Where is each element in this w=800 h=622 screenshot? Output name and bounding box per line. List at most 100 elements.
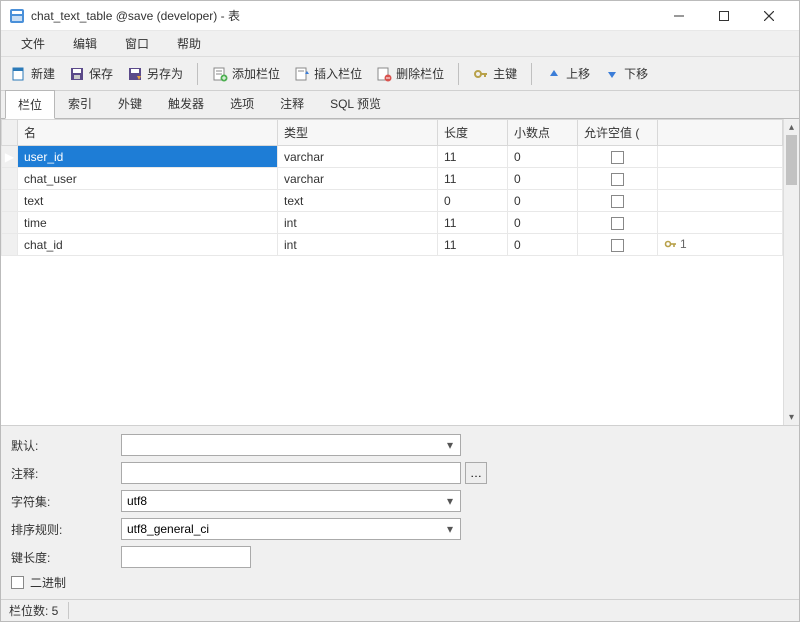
table-row[interactable]: texttext00 [2, 190, 783, 212]
insertcol-button[interactable]: 插入栏位 [288, 62, 368, 85]
deletecol-button[interactable]: 删除栏位 [370, 62, 450, 85]
cell-length[interactable]: 11 [438, 234, 508, 256]
columns-grid[interactable]: 名 类型 长度 小数点 允许空值 ( ▶user_idvarchar110cha… [1, 119, 783, 256]
menu-window[interactable]: 窗口 [111, 31, 163, 56]
scroll-down-icon[interactable]: ▾ [784, 409, 799, 425]
cell-length[interactable]: 11 [438, 212, 508, 234]
table-row[interactable]: chat_uservarchar110 [2, 168, 783, 190]
allownull-checkbox[interactable] [611, 195, 624, 208]
cell-pk[interactable] [658, 146, 783, 168]
dropdown-icon[interactable]: ▾ [442, 521, 458, 537]
maximize-button[interactable] [701, 1, 746, 31]
addcol-button[interactable]: 添加栏位 [206, 62, 286, 85]
col-pk[interactable] [658, 120, 783, 146]
tab-triggers[interactable]: 触发器 [155, 89, 217, 118]
cell-type[interactable]: int [278, 212, 438, 234]
vertical-scrollbar[interactable]: ▴ ▾ [783, 119, 799, 425]
cell-allownull[interactable] [578, 190, 658, 212]
cell-allownull[interactable] [578, 212, 658, 234]
cell-decimal[interactable]: 0 [508, 234, 578, 256]
properties-panel: 默认: ▾ 注释: … 字符集: utf8▾ 排序规则: utf8_genera… [1, 425, 799, 599]
cell-name[interactable]: text [18, 190, 278, 212]
cell-pk[interactable] [658, 212, 783, 234]
tab-options[interactable]: 选项 [217, 89, 267, 118]
col-name[interactable]: 名 [18, 120, 278, 146]
cell-length[interactable]: 11 [438, 146, 508, 168]
moveup-button[interactable]: 上移 [540, 62, 596, 85]
col-allownull[interactable]: 允许空值 ( [578, 120, 658, 146]
menu-help[interactable]: 帮助 [163, 31, 215, 56]
new-button[interactable]: 新建 [5, 62, 61, 85]
cell-length[interactable]: 11 [438, 168, 508, 190]
menu-edit[interactable]: 编辑 [59, 31, 111, 56]
collation-field[interactable]: utf8_general_ci▾ [121, 518, 461, 540]
menu-bar: 文件 编辑 窗口 帮助 [1, 31, 799, 57]
dropdown-icon[interactable]: ▾ [442, 437, 458, 453]
col-length[interactable]: 长度 [438, 120, 508, 146]
allownull-checkbox[interactable] [611, 239, 624, 252]
cell-allownull[interactable] [578, 146, 658, 168]
minimize-button[interactable] [656, 1, 701, 31]
cell-decimal[interactable]: 0 [508, 212, 578, 234]
allownull-checkbox[interactable] [611, 173, 624, 186]
charset-field[interactable]: utf8▾ [121, 490, 461, 512]
cell-type[interactable]: text [278, 190, 438, 212]
tab-strip: 栏位 索引 外键 触发器 选项 注释 SQL 预览 [1, 91, 799, 119]
cell-type[interactable]: int [278, 234, 438, 256]
tab-foreign[interactable]: 外键 [105, 89, 155, 118]
saveas-button[interactable]: 另存为 [121, 62, 189, 85]
table-row[interactable]: ▶user_idvarchar110 [2, 146, 783, 168]
close-button[interactable] [746, 1, 791, 31]
cell-decimal[interactable]: 0 [508, 190, 578, 212]
tab-indexes[interactable]: 索引 [55, 89, 105, 118]
comment-field[interactable] [121, 462, 461, 484]
primarykey-button[interactable]: 主键 [467, 62, 523, 85]
window-title: chat_text_table @save (developer) - 表 [31, 7, 656, 24]
col-decimal[interactable]: 小数点 [508, 120, 578, 146]
cell-type[interactable]: varchar [278, 168, 438, 190]
scroll-up-icon[interactable]: ▴ [784, 119, 799, 135]
menu-file[interactable]: 文件 [7, 31, 59, 56]
cell-pk[interactable] [658, 168, 783, 190]
keylen-field[interactable] [121, 546, 251, 568]
table-row[interactable]: chat_idint110 1 [2, 234, 783, 256]
binary-label: 二进制 [30, 574, 66, 591]
new-icon [11, 66, 27, 82]
scrollbar-thumb[interactable] [786, 135, 797, 185]
row-marker [2, 212, 18, 234]
addcol-icon [212, 66, 228, 82]
cell-name[interactable]: user_id [18, 146, 278, 168]
ellipsis-button[interactable]: … [465, 462, 487, 484]
cell-name[interactable]: chat_user [18, 168, 278, 190]
cell-decimal[interactable]: 0 [508, 146, 578, 168]
allownull-checkbox[interactable] [611, 151, 624, 164]
default-field[interactable]: ▾ [121, 434, 461, 456]
cell-decimal[interactable]: 0 [508, 168, 578, 190]
app-icon [9, 8, 25, 24]
dropdown-icon[interactable]: ▾ [442, 493, 458, 509]
cell-pk[interactable]: 1 [658, 234, 783, 256]
insertcol-label: 插入栏位 [314, 65, 362, 82]
key-icon [473, 66, 489, 82]
cell-name[interactable]: time [18, 212, 278, 234]
cell-name[interactable]: chat_id [18, 234, 278, 256]
tab-columns[interactable]: 栏位 [5, 90, 55, 119]
tab-sqlpreview[interactable]: SQL 预览 [317, 89, 394, 118]
save-button[interactable]: 保存 [63, 62, 119, 85]
cell-allownull[interactable] [578, 168, 658, 190]
deletecol-label: 删除栏位 [396, 65, 444, 82]
movedown-button[interactable]: 下移 [598, 62, 654, 85]
cell-pk[interactable] [658, 190, 783, 212]
binary-checkbox[interactable] [11, 576, 24, 589]
status-bar: 栏位数: 5 [1, 599, 799, 621]
cell-length[interactable]: 0 [438, 190, 508, 212]
cell-type[interactable]: varchar [278, 146, 438, 168]
tab-comment[interactable]: 注释 [267, 89, 317, 118]
saveas-icon [127, 66, 143, 82]
cell-allownull[interactable] [578, 234, 658, 256]
table-row[interactable]: timeint110 [2, 212, 783, 234]
allownull-checkbox[interactable] [611, 217, 624, 230]
col-type[interactable]: 类型 [278, 120, 438, 146]
arrow-down-icon [604, 66, 620, 82]
status-count: 栏位数: 5 [9, 602, 69, 619]
